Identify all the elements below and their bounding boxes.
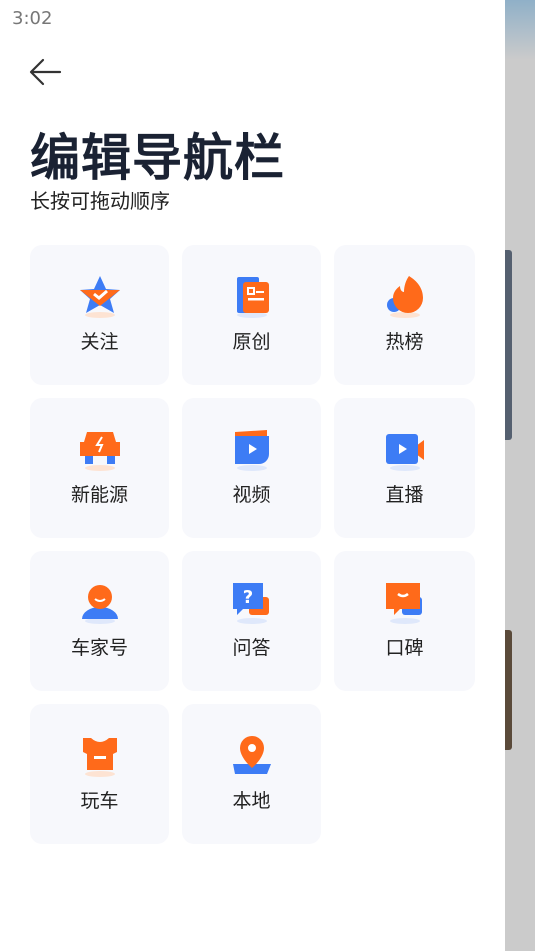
nav-item-label: 车家号 — [70, 636, 128, 659]
location-pin-icon — [232, 735, 271, 774]
video-play-icon — [234, 429, 269, 471]
nav-item[interactable]: 玩车 — [30, 704, 169, 844]
nav-item-label: 直播 — [385, 483, 424, 506]
nav-item[interactable]: ? 问答 — [182, 551, 321, 691]
document-icon — [236, 276, 269, 318]
page-title: 编辑导航栏 — [30, 129, 285, 187]
svg-text:?: ? — [242, 587, 252, 608]
nav-item-label: 新能源 — [70, 483, 128, 506]
arrow-left-icon — [29, 58, 62, 86]
flame-icon — [386, 275, 423, 318]
nav-item[interactable]: 车家号 — [30, 551, 169, 691]
smile-chat-icon — [385, 582, 422, 624]
background-image — [505, 250, 512, 440]
nav-item-label: 视频 — [232, 483, 271, 506]
nav-item[interactable]: 热榜 — [334, 245, 475, 385]
nav-item-label: 关注 — [80, 330, 119, 353]
ev-car-icon — [79, 431, 120, 471]
nav-item-label: 问答 — [232, 636, 271, 659]
nav-item-label: 热榜 — [385, 330, 424, 353]
background-image — [505, 630, 512, 750]
nav-item-label: 口碑 — [385, 636, 424, 659]
star-check-icon — [79, 275, 120, 318]
nav-item[interactable]: 本地 — [182, 704, 321, 844]
nav-item[interactable]: 新能源 — [30, 398, 169, 538]
background-page — [505, 0, 535, 951]
nav-item-label: 原创 — [232, 330, 271, 353]
shirt-icon — [82, 737, 117, 777]
video-camera-icon — [385, 433, 424, 471]
user-icon — [81, 584, 118, 624]
background-header — [505, 0, 535, 60]
nav-grid: 关注 原创 热榜 新能源 视频 直播 车家号? 问答 口碑 玩车 本地 — [30, 245, 475, 844]
nav-item-label: 本地 — [232, 789, 271, 812]
nav-item[interactable]: 原创 — [182, 245, 321, 385]
question-chat-icon: ? — [232, 582, 269, 624]
page-subtitle: 长按可拖动顺序 — [30, 189, 170, 213]
nav-item-label: 玩车 — [80, 789, 119, 812]
edit-nav-panel: 3:02 编辑导航栏 长按可拖动顺序 关注 原创 热榜 新能源 视频 直播 车家号? 问答 口碑… — [0, 0, 505, 951]
nav-item[interactable]: 直播 — [334, 398, 475, 538]
back-button[interactable] — [28, 56, 64, 88]
status-time: 3:02 — [12, 8, 53, 29]
nav-item[interactable]: 口碑 — [334, 551, 475, 691]
nav-item[interactable]: 关注 — [30, 245, 169, 385]
nav-item[interactable]: 视频 — [182, 398, 321, 538]
